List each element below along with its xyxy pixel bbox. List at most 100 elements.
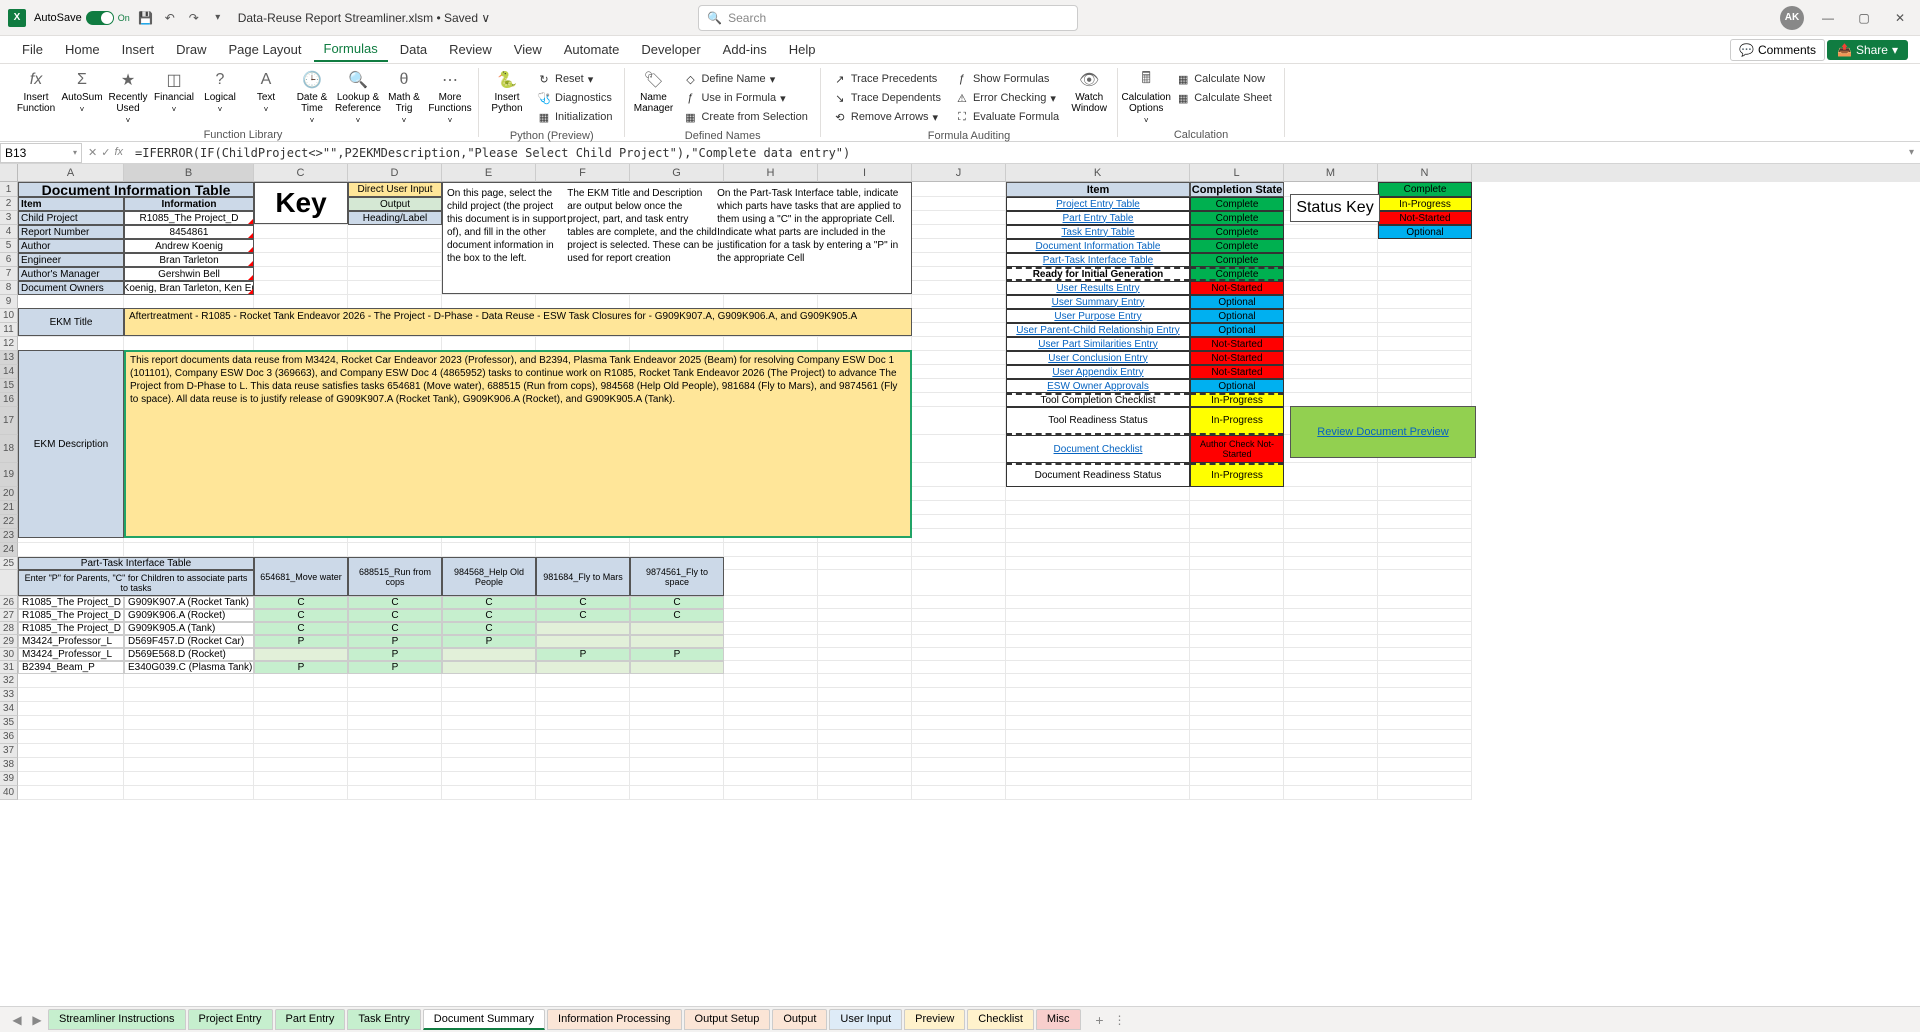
cell[interactable]: [1378, 609, 1472, 622]
cell[interactable]: [1190, 635, 1284, 648]
cell[interactable]: [630, 702, 724, 716]
cell[interactable]: [18, 716, 124, 730]
cell[interactable]: [1190, 570, 1284, 596]
cell[interactable]: C: [442, 622, 536, 635]
cell[interactable]: C: [442, 596, 536, 609]
cell[interactable]: [912, 648, 1006, 661]
cell[interactable]: Not-Started: [1190, 281, 1284, 295]
cell[interactable]: [912, 716, 1006, 730]
cell[interactable]: [124, 716, 254, 730]
row-header[interactable]: 37: [0, 744, 18, 758]
tab-review[interactable]: Review: [439, 38, 502, 61]
cell[interactable]: [912, 635, 1006, 648]
cell[interactable]: [1190, 557, 1284, 570]
cell[interactable]: [442, 716, 536, 730]
cell[interactable]: [912, 487, 1006, 501]
col-header[interactable]: M: [1284, 164, 1378, 182]
cell[interactable]: [124, 688, 254, 702]
cell[interactable]: [1006, 622, 1190, 635]
row-header[interactable]: 11: [0, 323, 18, 337]
row-header[interactable]: 36: [0, 730, 18, 744]
cell[interactable]: Optional: [1190, 295, 1284, 309]
cell[interactable]: [1378, 661, 1472, 674]
cell[interactable]: [536, 758, 630, 772]
col-header[interactable]: E: [442, 164, 536, 182]
cell[interactable]: [818, 730, 912, 744]
insert-python-button[interactable]: 🐍Insert Python: [485, 68, 529, 116]
cell[interactable]: [912, 211, 1006, 225]
cell[interactable]: [1006, 543, 1190, 557]
cell[interactable]: [724, 648, 818, 661]
tab-home[interactable]: Home: [55, 38, 110, 61]
cell[interactable]: [348, 758, 442, 772]
cell[interactable]: [912, 622, 1006, 635]
tab-view[interactable]: View: [504, 38, 552, 61]
cell[interactable]: User Parent-Child Relationship Entry: [1006, 323, 1190, 337]
cell[interactable]: R1085_The Project_D: [18, 622, 124, 635]
cell[interactable]: [1190, 786, 1284, 800]
cell[interactable]: E340G039.C (Plasma Tank): [124, 661, 254, 674]
cell[interactable]: [912, 609, 1006, 622]
cell[interactable]: [724, 730, 818, 744]
cell[interactable]: [630, 730, 724, 744]
cell[interactable]: [818, 622, 912, 635]
row-header[interactable]: 3: [0, 211, 18, 225]
expand-formula-icon[interactable]: ▾: [1903, 147, 1920, 158]
cell[interactable]: Report Number: [18, 225, 124, 239]
cell[interactable]: [254, 758, 348, 772]
row-header[interactable]: 17: [0, 407, 18, 435]
cell[interactable]: [124, 543, 254, 557]
cell[interactable]: [536, 730, 630, 744]
cell[interactable]: [536, 622, 630, 635]
cell[interactable]: [1378, 487, 1472, 501]
cell[interactable]: [1378, 239, 1472, 253]
cell[interactable]: [442, 702, 536, 716]
cell[interactable]: [1284, 596, 1378, 609]
cell[interactable]: P: [442, 635, 536, 648]
sheet-tab[interactable]: Misc: [1036, 1009, 1081, 1030]
row-header[interactable]: 19: [0, 463, 18, 487]
trace-dependents-button[interactable]: ↘Trace Dependents: [829, 89, 945, 107]
diagnostics-button[interactable]: 🩺Diagnostics: [533, 89, 616, 107]
row-header[interactable]: 31: [0, 661, 18, 674]
cell[interactable]: [348, 295, 442, 309]
cell[interactable]: [1190, 661, 1284, 674]
tab-nav-right-icon[interactable]: ▶: [28, 1013, 46, 1027]
cell[interactable]: [1378, 596, 1472, 609]
cell[interactable]: [442, 674, 536, 688]
cell[interactable]: ew Koenig, Bran Tarleton, Ken Erdos: [124, 281, 254, 295]
sheet-tab[interactable]: Task Entry: [347, 1009, 420, 1030]
cell[interactable]: [1284, 622, 1378, 635]
cell[interactable]: [1190, 772, 1284, 786]
logical-button[interactable]: ?Logical˅: [198, 68, 242, 116]
cell[interactable]: [1190, 744, 1284, 758]
cell[interactable]: [254, 295, 348, 309]
show-formulas-button[interactable]: ƒShow Formulas: [951, 70, 1063, 88]
cell[interactable]: [536, 716, 630, 730]
cell[interactable]: [912, 309, 1006, 323]
watch-window-button[interactable]: 👁Watch Window: [1067, 68, 1111, 116]
cell[interactable]: [536, 744, 630, 758]
cell[interactable]: [1190, 702, 1284, 716]
cell[interactable]: [1284, 557, 1378, 570]
cell[interactable]: [18, 543, 124, 557]
cell[interactable]: [912, 570, 1006, 596]
cell[interactable]: [124, 674, 254, 688]
col-header[interactable]: C: [254, 164, 348, 182]
cell[interactable]: P: [348, 635, 442, 648]
cell[interactable]: [630, 758, 724, 772]
text-button[interactable]: AText˅: [244, 68, 288, 116]
cell[interactable]: In-Progress: [1190, 407, 1284, 435]
cell[interactable]: In-Progress: [1378, 197, 1472, 211]
cell[interactable]: [442, 786, 536, 800]
cell[interactable]: [818, 674, 912, 688]
row-header[interactable]: 39: [0, 772, 18, 786]
cell[interactable]: In-Progress: [1190, 393, 1284, 407]
cell[interactable]: Optional: [1190, 323, 1284, 337]
calc-now-button[interactable]: ▦Calculate Now: [1172, 70, 1276, 88]
cell[interactable]: [442, 295, 536, 309]
cell[interactable]: User Appendix Entry: [1006, 365, 1190, 379]
cell[interactable]: [1006, 716, 1190, 730]
user-avatar[interactable]: AK: [1780, 6, 1804, 30]
cell[interactable]: [818, 744, 912, 758]
